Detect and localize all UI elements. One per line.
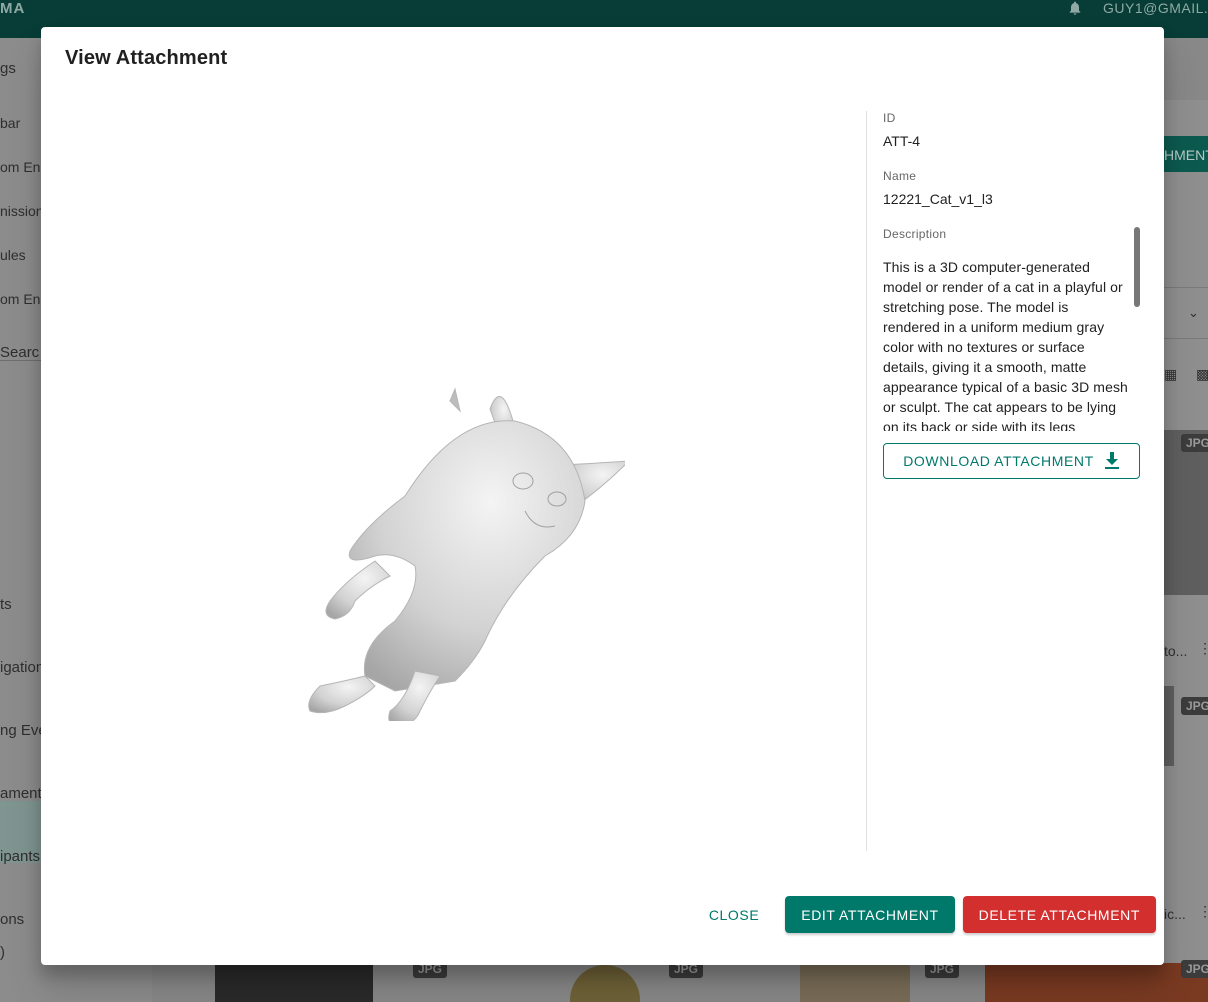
attachment-thumbnail[interactable] bbox=[985, 963, 1208, 1002]
delete-attachment-button[interactable]: DELETE ATTACHMENT bbox=[962, 896, 1156, 933]
user-email[interactable]: GUY1@GMAIL.C bbox=[1103, 0, 1208, 16]
download-icon bbox=[1104, 452, 1119, 469]
vertical-divider bbox=[866, 111, 867, 851]
bell-icon[interactable] bbox=[1066, 0, 1084, 16]
edit-attachment-button[interactable]: EDIT ATTACHMENT bbox=[785, 896, 955, 933]
cat-model-image bbox=[308, 387, 625, 721]
sidebar-item[interactable]: ules bbox=[0, 247, 26, 263]
sidebar-item[interactable]: om En bbox=[0, 291, 40, 307]
card-title: to... bbox=[1164, 643, 1188, 659]
sidebar-item[interactable]: ng Eve bbox=[0, 722, 47, 739]
id-label: ID bbox=[883, 111, 896, 125]
description-value: This is a 3D computer-generated model or… bbox=[883, 259, 1128, 431]
sidebar-item[interactable]: ipants bbox=[0, 848, 40, 865]
more-options-icon[interactable]: ⋮ bbox=[1198, 903, 1208, 920]
name-label: Name bbox=[883, 169, 917, 183]
view-attachment-dialog: View Attachment ID ATT-4 Name 12221_Cat_… bbox=[41, 27, 1164, 965]
file-type-badge: JPG bbox=[1181, 960, 1208, 978]
add-attachment-button[interactable]: HMENT bbox=[1164, 136, 1208, 172]
sidebar-item[interactable]: nission bbox=[0, 203, 44, 219]
sidebar-item[interactable]: Searc bbox=[0, 344, 39, 361]
attachment-thumbnail[interactable] bbox=[1164, 686, 1174, 766]
description-scrollbar[interactable] bbox=[1134, 227, 1140, 307]
sidebar-item[interactable]: gs bbox=[0, 60, 16, 77]
close-button[interactable]: CLOSE bbox=[691, 896, 777, 933]
grid-view-icon[interactable]: ▦ bbox=[1164, 366, 1180, 382]
sidebar-item[interactable]: igation bbox=[0, 659, 44, 676]
description-scroll-area[interactable]: This is a 3D computer-generated model or… bbox=[883, 257, 1141, 431]
sort-select[interactable] bbox=[1164, 287, 1208, 339]
download-attachment-button[interactable]: DOWNLOAD ATTACHMENT bbox=[883, 443, 1140, 479]
id-value: ATT-4 bbox=[883, 133, 921, 149]
chevron-down-icon[interactable]: ⌄ bbox=[1188, 305, 1199, 321]
download-label: DOWNLOAD ATTACHMENT bbox=[903, 453, 1094, 469]
more-options-icon[interactable]: ⋮ bbox=[1198, 640, 1208, 657]
attachment-thumbnail[interactable] bbox=[1164, 430, 1208, 595]
file-type-badge: JPG bbox=[1181, 697, 1208, 715]
file-type-badge: JPG bbox=[1181, 434, 1208, 452]
attachment-preview[interactable] bbox=[65, 111, 865, 851]
sidebar-item[interactable]: ts bbox=[0, 596, 12, 613]
description-label: Description bbox=[883, 227, 947, 241]
dialog-actions: CLOSE EDIT ATTACHMENT DELETE ATTACHMENT bbox=[691, 896, 1156, 933]
card-title: ic... bbox=[1164, 906, 1186, 922]
sidebar-item-active[interactable]: ament bbox=[0, 785, 42, 802]
attachment-thumbnail[interactable] bbox=[215, 965, 373, 1002]
sidebar-item[interactable]: om En bbox=[0, 159, 40, 175]
attachment-thumbnail[interactable] bbox=[800, 965, 910, 1002]
sidebar-item[interactable]: bar bbox=[0, 115, 20, 131]
sidebar-item[interactable]: ons bbox=[0, 911, 24, 928]
sidebar-item[interactable]: ) bbox=[0, 944, 5, 961]
dialog-title: View Attachment bbox=[65, 47, 228, 69]
dense-grid-view-icon[interactable]: ▩ bbox=[1196, 366, 1208, 382]
name-value: 12221_Cat_v1_l3 bbox=[883, 191, 993, 207]
app-title: MA bbox=[0, 0, 26, 17]
